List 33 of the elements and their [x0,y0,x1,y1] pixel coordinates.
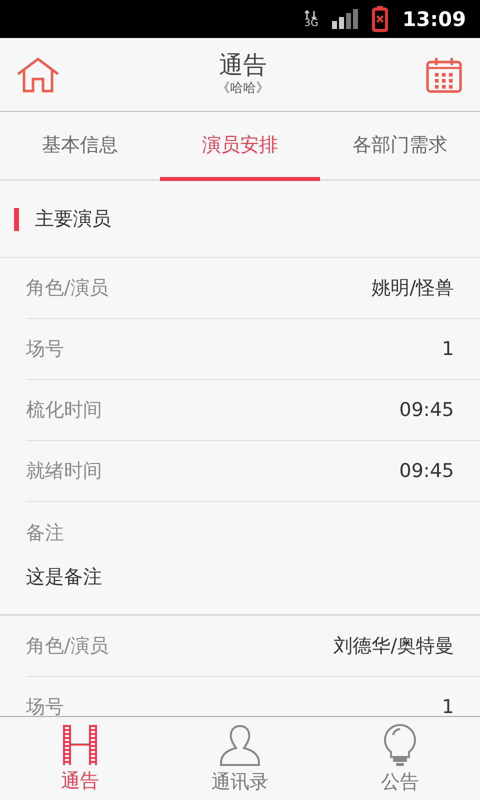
field-label: 梳化时间 [26,398,102,423]
network-indicator: 3G [304,10,318,28]
field-label: 角色/演员 [26,276,108,301]
tab[interactable]: 各部门需求 [320,112,480,181]
note-label: 备注 [26,521,65,546]
section-title: 主要演员 [35,207,111,232]
field-value: 1 [442,696,454,716]
field-value: 09:45 [399,399,454,421]
note-text: 这是备注 [26,565,103,590]
signal-icon [332,9,358,29]
field-label: 就绪时间 [26,459,102,484]
battery-icon [372,6,388,32]
calendar-icon[interactable] [426,56,462,92]
field-value: 1 [442,338,454,360]
page-title: 通告 [219,52,267,79]
page-subtitle: 《哈哈》 [217,80,269,97]
field-label: 场号 [26,337,64,362]
status-time: 13:09 [402,7,466,31]
field-label: 场号 [26,695,64,716]
field-value: 姚明/怪兽 [372,276,454,301]
section-marker [14,208,19,230]
nav-tab[interactable]: 通告 [0,717,160,800]
field-value: 刘德华/奥特曼 [334,634,454,659]
person-icon [219,722,261,766]
film-strip-icon [62,724,98,766]
lightbulb-icon [383,722,417,766]
nav-tab[interactable]: 通讯录 [160,717,320,800]
tab[interactable]: 基本信息 [0,112,160,181]
home-icon[interactable] [16,56,60,92]
field-value: 09:45 [399,460,454,482]
tab[interactable]: 演员安排 [160,112,320,181]
field-label: 角色/演员 [26,634,108,659]
nav-tab[interactable]: 公告 [320,717,480,800]
